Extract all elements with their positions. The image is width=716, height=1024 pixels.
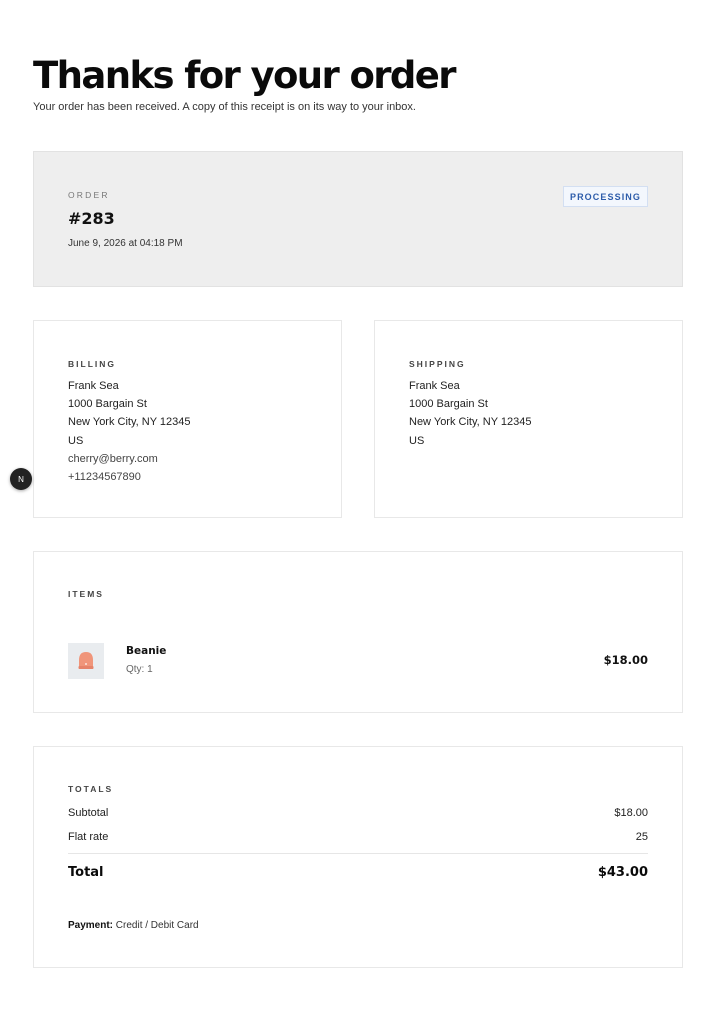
subtotal-label: Subtotal [68,807,109,819]
item-price: $18.00 [603,653,648,667]
item-thumbnail [68,643,104,679]
shipping-address: Frank Sea 1000 Bargain St New York City,… [409,377,532,450]
shipping-country: US [409,434,425,447]
item-name: Beanie [126,645,167,657]
billing-phone: +11234567890 [68,471,141,484]
billing-email: cherry@berry.com [68,452,158,465]
shipping-city: New York City, NY 12345 [409,416,532,429]
subtotal-value: $18.00 [614,807,648,819]
beanie-thumbnail-icon [78,652,94,669]
subtotal-row: Subtotal $18.00 [68,807,648,819]
total-value: $43.00 [597,865,648,880]
totals-card: TOTALS Subtotal $18.00 Flat rate 25 Tota… [33,746,683,968]
billing-street: 1000 Bargain St [68,398,147,411]
billing-address: Frank Sea 1000 Bargain St New York City,… [68,377,191,486]
totals-label: TOTALS [68,784,114,794]
shipping-street: 1000 Bargain St [409,398,488,411]
nextjs-logo-icon[interactable]: N [10,468,32,490]
shipping-rate-label: Flat rate [68,831,109,843]
floating-button-label: N [18,474,24,484]
billing-country: US [68,434,84,447]
billing-card: BILLING Frank Sea 1000 Bargain St New Yo… [33,320,342,518]
status-badge: PROCESSING [562,186,648,207]
page-title: Thanks for your order [33,54,457,97]
items-card: ITEMS Beanie Qty: 1 $18.00 [33,551,683,713]
shipping-label: SHIPPING [409,359,466,369]
billing-city: New York City, NY 12345 [68,416,191,429]
total-label: Total [68,865,104,880]
shipping-name: Frank Sea [409,380,460,392]
total-row: Total $43.00 [68,865,648,880]
page-subtitle: Your order has been received. A copy of … [33,101,416,113]
order-number: #283 [68,209,115,228]
order-label: ORDER [68,190,110,200]
payment-method: Credit / Debit Card [115,920,199,931]
payment-line: Payment: Credit / Debit Card [68,920,199,931]
items-label: ITEMS [68,589,104,599]
shipping-card: SHIPPING Frank Sea 1000 Bargain St New Y… [374,320,683,518]
payment-label: Payment: [68,920,114,931]
billing-label: BILLING [68,359,116,369]
order-date: June 9, 2026 at 04:18 PM [68,238,183,249]
totals-divider [68,853,648,854]
billing-name: Frank Sea [68,380,119,392]
order-summary-card: ORDER #283 June 9, 2026 at 04:18 PM PROC… [33,151,683,287]
item-qty: Qty: 1 [126,664,153,675]
shipping-rate-row: Flat rate 25 [68,831,648,843]
shipping-rate-value: 25 [635,831,648,843]
